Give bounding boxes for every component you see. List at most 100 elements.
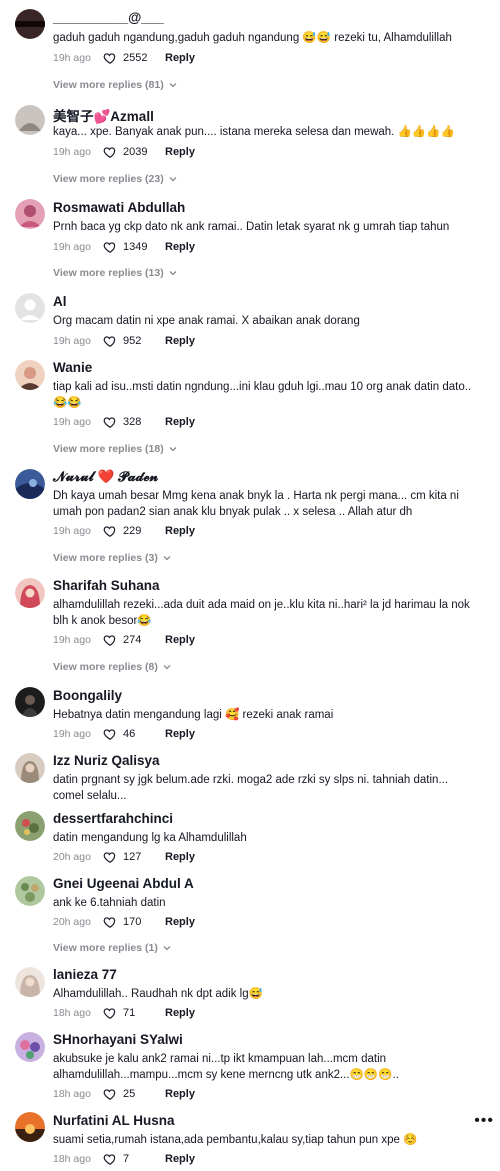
avatar-image: [15, 753, 45, 783]
comment-author[interactable]: lanieza 77: [53, 967, 117, 982]
comment-author[interactable]: Rosmawati Abdullah: [53, 200, 185, 215]
comment-text: Hebatnya datin mengandung lagi 🥰 rezeki …: [53, 709, 334, 721]
heart-icon[interactable]: [103, 51, 117, 65]
avatar[interactable]: [15, 753, 45, 783]
avatar[interactable]: [15, 105, 45, 135]
view-more-label: View more replies (13): [53, 267, 164, 279]
view-more-replies[interactable]: View more replies (13): [53, 267, 178, 279]
comment-author[interactable]: __________@___: [53, 10, 164, 25]
comment-text: Prnh baca yg ckp dato nk ank ramai.. Dat…: [53, 221, 450, 233]
view-more-replies[interactable]: View more replies (81): [53, 79, 178, 91]
reply-button[interactable]: Reply: [165, 1088, 195, 1100]
comment-author[interactable]: SHnorhayani SYalwi: [53, 1032, 183, 1047]
chevron-down-icon: [169, 271, 177, 276]
avatar-image: [15, 967, 45, 997]
heart-icon[interactable]: [103, 240, 117, 254]
more-options-icon[interactable]: •••: [474, 1112, 494, 1130]
comment-text: alhamdulillah rezeki...ada duit ada maid…: [53, 599, 470, 627]
comment-author[interactable]: Izz Nuriz Qalisya: [53, 753, 160, 768]
comment-time: 19h ago: [53, 416, 91, 428]
comment-text: gaduh gaduh ngandung,gaduh gaduh ngandun…: [53, 32, 452, 44]
comment-author[interactable]: dessertfarahchinci: [53, 811, 173, 826]
like-count: 7: [123, 1153, 130, 1165]
comment-time: 19h ago: [53, 728, 91, 740]
comment-meta: 18h ago 25 Reply: [53, 1087, 195, 1101]
comment-meta: 19h ago 274 Reply: [53, 633, 195, 647]
avatar-image: [15, 293, 45, 323]
view-more-replies[interactable]: View more replies (3): [53, 552, 172, 564]
view-more-replies[interactable]: View more replies (18): [53, 443, 178, 455]
avatar[interactable]: [15, 293, 45, 323]
heart-icon[interactable]: [103, 727, 117, 741]
heart-icon[interactable]: [103, 1006, 117, 1020]
reply-button[interactable]: Reply: [165, 52, 195, 64]
like-count: 952: [123, 335, 142, 347]
reply-button[interactable]: Reply: [165, 525, 195, 537]
heart-icon[interactable]: [103, 145, 117, 159]
reply-button[interactable]: Reply: [165, 146, 195, 158]
avatar[interactable]: [15, 578, 45, 608]
like-count: 1349: [123, 241, 148, 253]
comment-author[interactable]: 𝓝𝓾𝓻𝓾𝓵 ❤️ 𝓟𝓪𝓭𝓮𝓷: [53, 469, 158, 485]
reply-button[interactable]: Reply: [165, 416, 195, 428]
view-more-replies[interactable]: View more replies (23): [53, 173, 178, 185]
comment-time: 19h ago: [53, 241, 91, 253]
heart-icon[interactable]: [103, 415, 117, 429]
comment-author[interactable]: Wanie: [53, 360, 92, 375]
view-more-replies[interactable]: View more replies (1): [53, 942, 172, 954]
like-count: 25: [123, 1088, 136, 1100]
reply-button[interactable]: Reply: [165, 1153, 195, 1165]
avatar[interactable]: [15, 687, 45, 717]
heart-icon[interactable]: [103, 850, 117, 864]
comment-author[interactable]: Gnei Ugeenai Abdul A: [53, 876, 194, 891]
avatar[interactable]: [15, 9, 45, 39]
heart-icon[interactable]: [103, 633, 117, 647]
comment-time: 19h ago: [53, 52, 91, 64]
avatar[interactable]: [15, 1112, 45, 1142]
heart-icon[interactable]: [103, 1152, 117, 1166]
avatar[interactable]: [15, 360, 45, 390]
heart-icon[interactable]: [103, 915, 117, 929]
reply-button[interactable]: Reply: [165, 241, 195, 253]
comment-text: ank ke 6.tahniah datin: [53, 897, 166, 909]
heart-icon[interactable]: [103, 1087, 117, 1101]
avatar-image: [15, 578, 45, 608]
view-more-label: View more replies (1): [53, 942, 158, 954]
chevron-down-icon: [169, 177, 177, 182]
heart-icon[interactable]: [103, 524, 117, 538]
reply-button[interactable]: Reply: [165, 851, 195, 863]
comment-time: 20h ago: [53, 851, 91, 863]
comment-author[interactable]: Nurfatini AL Husna: [53, 1113, 175, 1128]
comment-author[interactable]: Al: [53, 294, 67, 309]
avatar-image: [15, 9, 45, 39]
comment-text: Dh kaya umah besar Mmg kena anak bnyk la…: [53, 490, 459, 518]
heart-icon[interactable]: [103, 334, 117, 348]
avatar[interactable]: [15, 967, 45, 997]
comment-author[interactable]: Boongalily: [53, 688, 122, 703]
like-count: 71: [123, 1007, 136, 1019]
comment-meta: 19h ago 2039 Reply: [53, 145, 195, 159]
reply-button[interactable]: Reply: [165, 1007, 195, 1019]
like-count: 229: [123, 525, 142, 537]
reply-button[interactable]: Reply: [165, 728, 195, 740]
comment-text: datin prgnant sy jgk belum.ade rzki. mog…: [53, 774, 449, 802]
like-count: 2039: [123, 146, 148, 158]
reply-button[interactable]: Reply: [165, 916, 195, 928]
avatar[interactable]: [15, 876, 45, 906]
avatar[interactable]: [15, 811, 45, 841]
avatar-image: [15, 360, 45, 390]
avatar[interactable]: [15, 199, 45, 229]
comment-author[interactable]: 美智子💕Azmall: [53, 105, 154, 125]
comment-author[interactable]: Sharifah Suhana: [53, 578, 160, 593]
comment-text: suami setia,rumah istana,ada pembantu,ka…: [53, 1134, 418, 1146]
comment-meta: 18h ago 71 Reply: [53, 1006, 195, 1020]
view-more-replies[interactable]: View more replies (8): [53, 661, 172, 673]
reply-button[interactable]: Reply: [165, 335, 195, 347]
reply-button[interactable]: Reply: [165, 634, 195, 646]
comment-time: 18h ago: [53, 1153, 91, 1165]
like-count: 274: [123, 634, 142, 646]
avatar[interactable]: [15, 469, 45, 499]
avatar-image: [15, 469, 45, 499]
avatar[interactable]: [15, 1032, 45, 1062]
chevron-down-icon: [169, 83, 177, 88]
